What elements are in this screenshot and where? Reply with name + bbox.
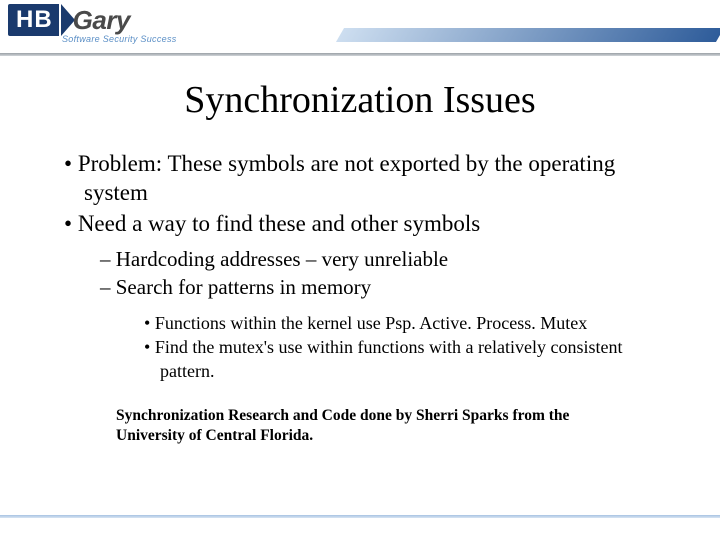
credit-line: Synchronization Research and Code done b… [116, 406, 668, 446]
bullet-level3: Functions within the kernel use Psp. Act… [144, 311, 668, 335]
bullet-text: Functions within the kernel use Psp. Act… [155, 313, 587, 333]
bullet-text: Hardcoding addresses – very unreliable [116, 247, 448, 271]
bullet-text: Search for patterns in memory [116, 275, 371, 299]
header-stripe-decoration [336, 28, 720, 42]
bullet-text: Need a way to find these and other symbo… [78, 211, 480, 236]
bullet-level2: Search for patterns in memory [100, 274, 668, 301]
bullet-level1: Need a way to find these and other symbo… [64, 210, 668, 239]
slide-header: HB Gary Software Security Success [0, 0, 720, 56]
company-logo: HB Gary [8, 4, 130, 36]
slide-title: Synchronization Issues [0, 78, 720, 122]
logo-hb-text: HB [8, 4, 59, 36]
slide-content: Problem: These symbols are not exported … [0, 150, 720, 446]
logo-gary-text: Gary [73, 5, 130, 36]
bullet-text: Problem: These symbols are not exported … [78, 151, 615, 205]
footer-divider [0, 515, 720, 518]
bullet-text: Find the mutex's use within functions wi… [155, 337, 623, 381]
bullet-level1: Problem: These symbols are not exported … [64, 150, 668, 208]
header-divider [0, 53, 720, 56]
bullet-level3: Find the mutex's use within functions wi… [144, 335, 668, 384]
logo-tagline: Software Security Success [62, 34, 177, 44]
bullet-level2: Hardcoding addresses – very unreliable [100, 246, 668, 273]
